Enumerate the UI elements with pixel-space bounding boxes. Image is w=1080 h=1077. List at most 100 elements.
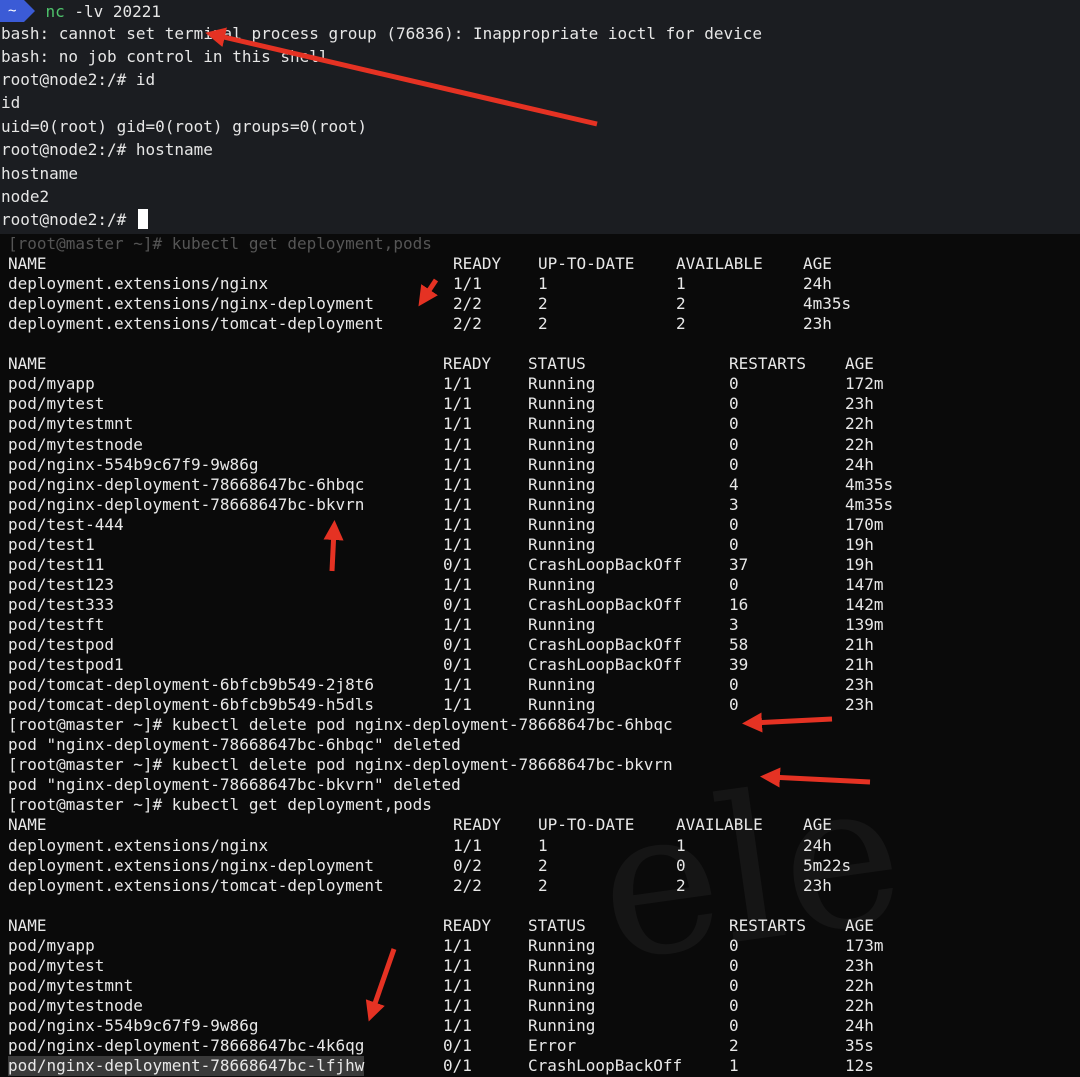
table-cell: 1 — [676, 835, 686, 855]
table-cell: 2 — [729, 1036, 739, 1055]
table-cell: NAME — [8, 354, 47, 374]
table-cell: pod/nginx-deployment-78668647bc-lfjhw — [8, 1056, 365, 1077]
kubectl-terminal[interactable]: ele [root@master ~]# kubectl get deploym… — [0, 234, 1080, 1077]
table-cell: 0 — [676, 855, 686, 875]
table-cell: 4m35s — [845, 474, 894, 494]
table-cell: pod/mytestmnt — [8, 414, 134, 434]
table-cell: 0 — [729, 374, 739, 394]
table-cell: 4m35s — [803, 294, 852, 314]
table-cell: Running — [528, 374, 596, 394]
table-cell: AVAILABLE — [676, 254, 763, 274]
terminal-line: [root@master ~]# kubectl get deployment,… — [8, 795, 432, 815]
terminal-line: bash: no job control in this shell — [1, 47, 329, 66]
table-cell: 19h — [845, 534, 874, 554]
table-cell: AGE — [803, 254, 832, 274]
table-cell: 1/1 — [443, 935, 472, 955]
table-cell: 142m — [845, 594, 884, 614]
terminal-line: [root@master ~]# kubectl delete pod ngin… — [8, 755, 673, 775]
table-cell: NAME — [8, 915, 47, 935]
table-cell: READY — [453, 254, 502, 274]
table-cell: 0 — [729, 534, 739, 554]
terminal-line: bash: cannot set terminal process group … — [1, 24, 762, 43]
table-cell: deployment.extensions/tomcat-deployment — [8, 314, 384, 334]
table-cell: 0/1 — [443, 1056, 472, 1076]
table-cell: pod/myapp — [8, 374, 95, 394]
table-cell: pod/test11 — [8, 554, 105, 574]
table-cell: pod/nginx-554b9c67f9-9w86g — [8, 454, 259, 474]
table-cell: READY — [443, 354, 492, 374]
terminal-line: pod "nginx-deployment-78668647bc-6hbqc" … — [8, 735, 461, 755]
text-cursor — [137, 209, 148, 229]
table-cell: pod/mytestnode — [8, 995, 143, 1015]
table-cell: STATUS — [528, 354, 586, 374]
table-cell: Running — [528, 975, 596, 995]
table-cell: UP-TO-DATE — [538, 815, 635, 835]
table-cell: Running — [528, 1015, 596, 1035]
table-cell: RESTARTS — [729, 915, 807, 935]
table-cell: 1/1 — [443, 474, 472, 494]
table-cell: 173m — [845, 935, 884, 955]
table-cell: 1/1 — [443, 614, 472, 634]
table-cell: AGE — [845, 354, 874, 374]
table-cell: pod/test1 — [8, 534, 95, 554]
table-cell: deployment.extensions/nginx — [8, 274, 269, 294]
table-cell: 1 — [538, 835, 548, 855]
table-cell: READY — [443, 915, 492, 935]
table-cell: Running — [528, 394, 596, 414]
table-cell: Running — [528, 534, 596, 554]
table-cell: deployment.extensions/tomcat-deployment — [8, 875, 384, 895]
table-cell: 2 — [538, 875, 548, 895]
table-cell: Running — [528, 494, 596, 514]
table-cell: pod/tomcat-deployment-6bfcb9b549-h5dls — [8, 695, 375, 715]
table-cell: 1/1 — [443, 534, 472, 554]
terminal-line: hostname — [1, 164, 79, 183]
terminal-line: pod "nginx-deployment-78668647bc-bkvrn" … — [8, 775, 461, 795]
table-cell: 3 — [729, 494, 739, 514]
prompt-arrow-icon — [24, 0, 36, 22]
table-cell: 1/1 — [443, 374, 472, 394]
table-cell: 0 — [729, 1015, 739, 1035]
table-cell: 0 — [729, 695, 739, 715]
table-cell: deployment.extensions/nginx-deployment — [8, 855, 375, 875]
table-cell: 4m35s — [845, 494, 894, 514]
table-cell: 1/1 — [443, 695, 472, 715]
table-cell: 0 — [729, 454, 739, 474]
table-cell: 0 — [729, 955, 739, 975]
table-cell: 1/1 — [443, 414, 472, 434]
table-cell: 37 — [729, 554, 749, 574]
table-cell: 1 — [538, 274, 548, 294]
table-cell: 170m — [845, 514, 884, 534]
table-cell: 0 — [729, 514, 739, 534]
table-cell: 1/1 — [443, 995, 472, 1015]
table-cell: 1/1 — [443, 454, 472, 474]
table-cell: CrashLoopBackOff — [528, 635, 683, 654]
table-cell: 23h — [845, 675, 874, 695]
table-cell: pod/mytestnode — [8, 434, 143, 454]
table-cell: 0/1 — [443, 554, 472, 574]
table-cell: READY — [453, 815, 502, 835]
table-cell: 24h — [803, 835, 832, 855]
table-cell: 0 — [729, 394, 739, 414]
table-cell: 2 — [538, 855, 548, 875]
table-cell: 3 — [729, 614, 739, 634]
table-cell: AGE — [803, 815, 832, 835]
table-cell: 2 — [676, 875, 686, 895]
table-cell: 1/1 — [443, 394, 472, 414]
reverse-shell-terminal[interactable]: ~ nc -lv 20221 bash: cannot set terminal… — [0, 0, 1080, 234]
prompt-text: root@node2:/# — [1, 210, 136, 229]
table-cell: 24h — [845, 1015, 874, 1035]
table-cell: 21h — [845, 635, 874, 654]
terminal-line: id — [1, 93, 21, 112]
table-cell: Running — [528, 454, 596, 474]
table-cell: 2 — [538, 294, 548, 314]
table-cell: 0 — [729, 995, 739, 1015]
table-cell: 23h — [845, 695, 874, 715]
table-cell: 12s — [845, 1056, 874, 1076]
table-cell: Running — [528, 955, 596, 975]
table-cell: 147m — [845, 574, 884, 594]
table-cell: pod/myapp — [8, 935, 95, 955]
table-cell: 19h — [845, 554, 874, 574]
table-cell: CrashLoopBackOff — [528, 1056, 683, 1076]
shell-prompt: ~ nc -lv 20221 — [0, 0, 161, 22]
table-cell: 0/1 — [443, 635, 472, 654]
